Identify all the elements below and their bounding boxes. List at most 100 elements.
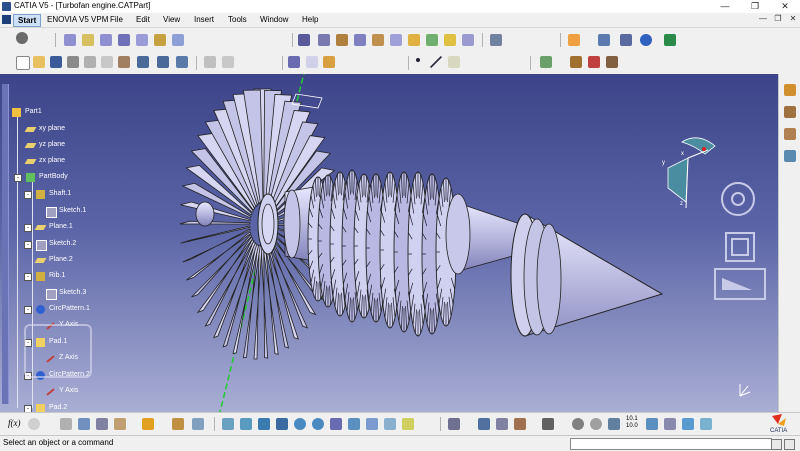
- cut-icon[interactable]: [84, 56, 96, 68]
- view-mode-icon[interactable]: [366, 418, 378, 430]
- sketch-analysis-icon[interactable]: [664, 418, 676, 430]
- tree-expander[interactable]: -: [14, 174, 22, 182]
- tree-expander[interactable]: -: [24, 273, 32, 281]
- plane-tool-icon[interactable]: [448, 56, 460, 68]
- sew-surface-icon[interactable]: [462, 34, 474, 46]
- 3d-viewport[interactable]: Part1 xy plane yz plane zx plane - PartBody - S…: [0, 74, 778, 412]
- compass[interactable]: x y z: [660, 132, 720, 212]
- dimension-icon[interactable]: [682, 418, 694, 430]
- tree-item-label[interactable]: xy plane: [39, 125, 65, 132]
- tree-item-label[interactable]: yz plane: [39, 141, 65, 148]
- rotate-widget[interactable]: [721, 182, 755, 216]
- open-folder-icon[interactable]: [33, 56, 45, 68]
- fly-mode-icon[interactable]: [222, 418, 234, 430]
- tree-item-label[interactable]: PartBody: [39, 173, 68, 180]
- paste-icon[interactable]: [118, 56, 130, 68]
- whats-this-icon[interactable]: [176, 56, 188, 68]
- command-clear-button[interactable]: [784, 439, 795, 450]
- tree-expander[interactable]: -: [24, 224, 32, 232]
- point-icon[interactable]: [416, 58, 420, 62]
- select-box-icon[interactable]: [204, 56, 216, 68]
- render-style-icon[interactable]: [606, 56, 618, 68]
- tree-item-label[interactable]: Part1: [25, 108, 42, 115]
- menu-help[interactable]: Help: [302, 15, 318, 24]
- connect-icon[interactable]: [590, 418, 602, 430]
- edge-fillet-icon[interactable]: [298, 34, 310, 46]
- split-icon[interactable]: [444, 34, 456, 46]
- translate-icon[interactable]: [490, 34, 502, 46]
- grid-icon[interactable]: [646, 418, 658, 430]
- draft-icon[interactable]: [336, 34, 348, 46]
- isometric-view-icon[interactable]: [348, 418, 360, 430]
- redo-icon[interactable]: [157, 56, 169, 68]
- close-button[interactable]: ✕: [770, 0, 800, 13]
- tree-expander[interactable]: -: [24, 191, 32, 199]
- update-icon[interactable]: [448, 418, 460, 430]
- restore-button[interactable]: ❐: [740, 0, 770, 13]
- tree-item-label[interactable]: zx plane: [39, 157, 65, 164]
- hole-tool-icon[interactable]: [136, 34, 148, 46]
- menu-file[interactable]: File: [110, 15, 123, 24]
- menu-view[interactable]: View: [163, 15, 180, 24]
- sketcher-icon[interactable]: [16, 32, 28, 44]
- zoom-in-icon[interactable]: [294, 418, 306, 430]
- hide-show-icon[interactable]: [384, 418, 396, 430]
- mdi-restore-button[interactable]: ❐: [771, 14, 785, 23]
- tree-item-label[interactable]: Shaft.1: [49, 190, 71, 197]
- command-input[interactable]: [570, 438, 772, 450]
- pad-tool-icon[interactable]: [64, 34, 76, 46]
- select-multi-icon[interactable]: [222, 56, 234, 68]
- mirror-icon[interactable]: [598, 34, 610, 46]
- document-icon[interactable]: [2, 15, 11, 24]
- command-go-button[interactable]: [771, 439, 782, 450]
- shaft-tool-icon[interactable]: [100, 34, 112, 46]
- minimize-button[interactable]: —: [710, 0, 740, 13]
- part-design-icon[interactable]: [784, 106, 796, 118]
- tree-item-label[interactable]: Pad.2: [49, 404, 67, 411]
- material-icon[interactable]: [570, 56, 582, 68]
- eraser-icon[interactable]: [700, 418, 712, 430]
- fit-all-icon[interactable]: [192, 418, 204, 430]
- workbench-icon[interactable]: [784, 84, 796, 96]
- assembly-icon[interactable]: [784, 128, 796, 140]
- menu-window[interactable]: Window: [260, 15, 288, 24]
- tree-item-label[interactable]: Rib.1: [49, 272, 65, 279]
- tree-item-label[interactable]: Sketch.1: [59, 207, 86, 214]
- menu-start[interactable]: Start: [13, 14, 42, 27]
- thread-icon[interactable]: [390, 34, 402, 46]
- pan-icon[interactable]: [258, 418, 270, 430]
- groove-tool-icon[interactable]: [118, 34, 130, 46]
- tree-expander[interactable]: -: [24, 241, 32, 249]
- copy-icon[interactable]: [101, 56, 113, 68]
- tree-item-label[interactable]: Y Axis: [59, 387, 78, 394]
- tree-item-label[interactable]: Sketch.2: [49, 240, 76, 247]
- print-icon[interactable]: [67, 56, 79, 68]
- menu-enovia[interactable]: ENOVIA V5 VPM: [47, 15, 108, 24]
- distance-icon[interactable]: [608, 418, 620, 430]
- save-icon[interactable]: [50, 56, 62, 68]
- thickness-icon[interactable]: [372, 34, 384, 46]
- rotate-icon[interactable]: [276, 418, 288, 430]
- capture-icon[interactable]: [496, 418, 508, 430]
- layers-icon[interactable]: [540, 56, 552, 68]
- pan-widget[interactable]: [725, 232, 755, 262]
- mdi-minimize-button[interactable]: —: [756, 14, 770, 23]
- hammer-icon[interactable]: [142, 418, 154, 430]
- pattern-icon[interactable]: [620, 34, 632, 46]
- unit-scale-indicator[interactable]: 10.1 10.0: [626, 416, 638, 430]
- body-icon[interactable]: [323, 56, 335, 68]
- select-arrow-icon[interactable]: [568, 34, 580, 46]
- tree-item-label[interactable]: Sketch.3: [59, 289, 86, 296]
- knowledge-icon[interactable]: [28, 418, 40, 430]
- new-document-icon[interactable]: [16, 56, 30, 70]
- remove-face-icon[interactable]: [408, 34, 420, 46]
- axis-system-icon[interactable]: [288, 56, 300, 68]
- lock-icon[interactable]: [96, 418, 108, 430]
- swap-visible-icon[interactable]: [402, 418, 414, 430]
- tree-expander[interactable]: -: [24, 306, 32, 314]
- menu-insert[interactable]: Insert: [194, 15, 214, 24]
- line-icon[interactable]: [430, 56, 442, 68]
- tree-item-label[interactable]: Plane.1: [49, 223, 73, 230]
- point-tool-icon[interactable]: [306, 56, 318, 68]
- circular-pattern-tool-icon[interactable]: [640, 34, 652, 46]
